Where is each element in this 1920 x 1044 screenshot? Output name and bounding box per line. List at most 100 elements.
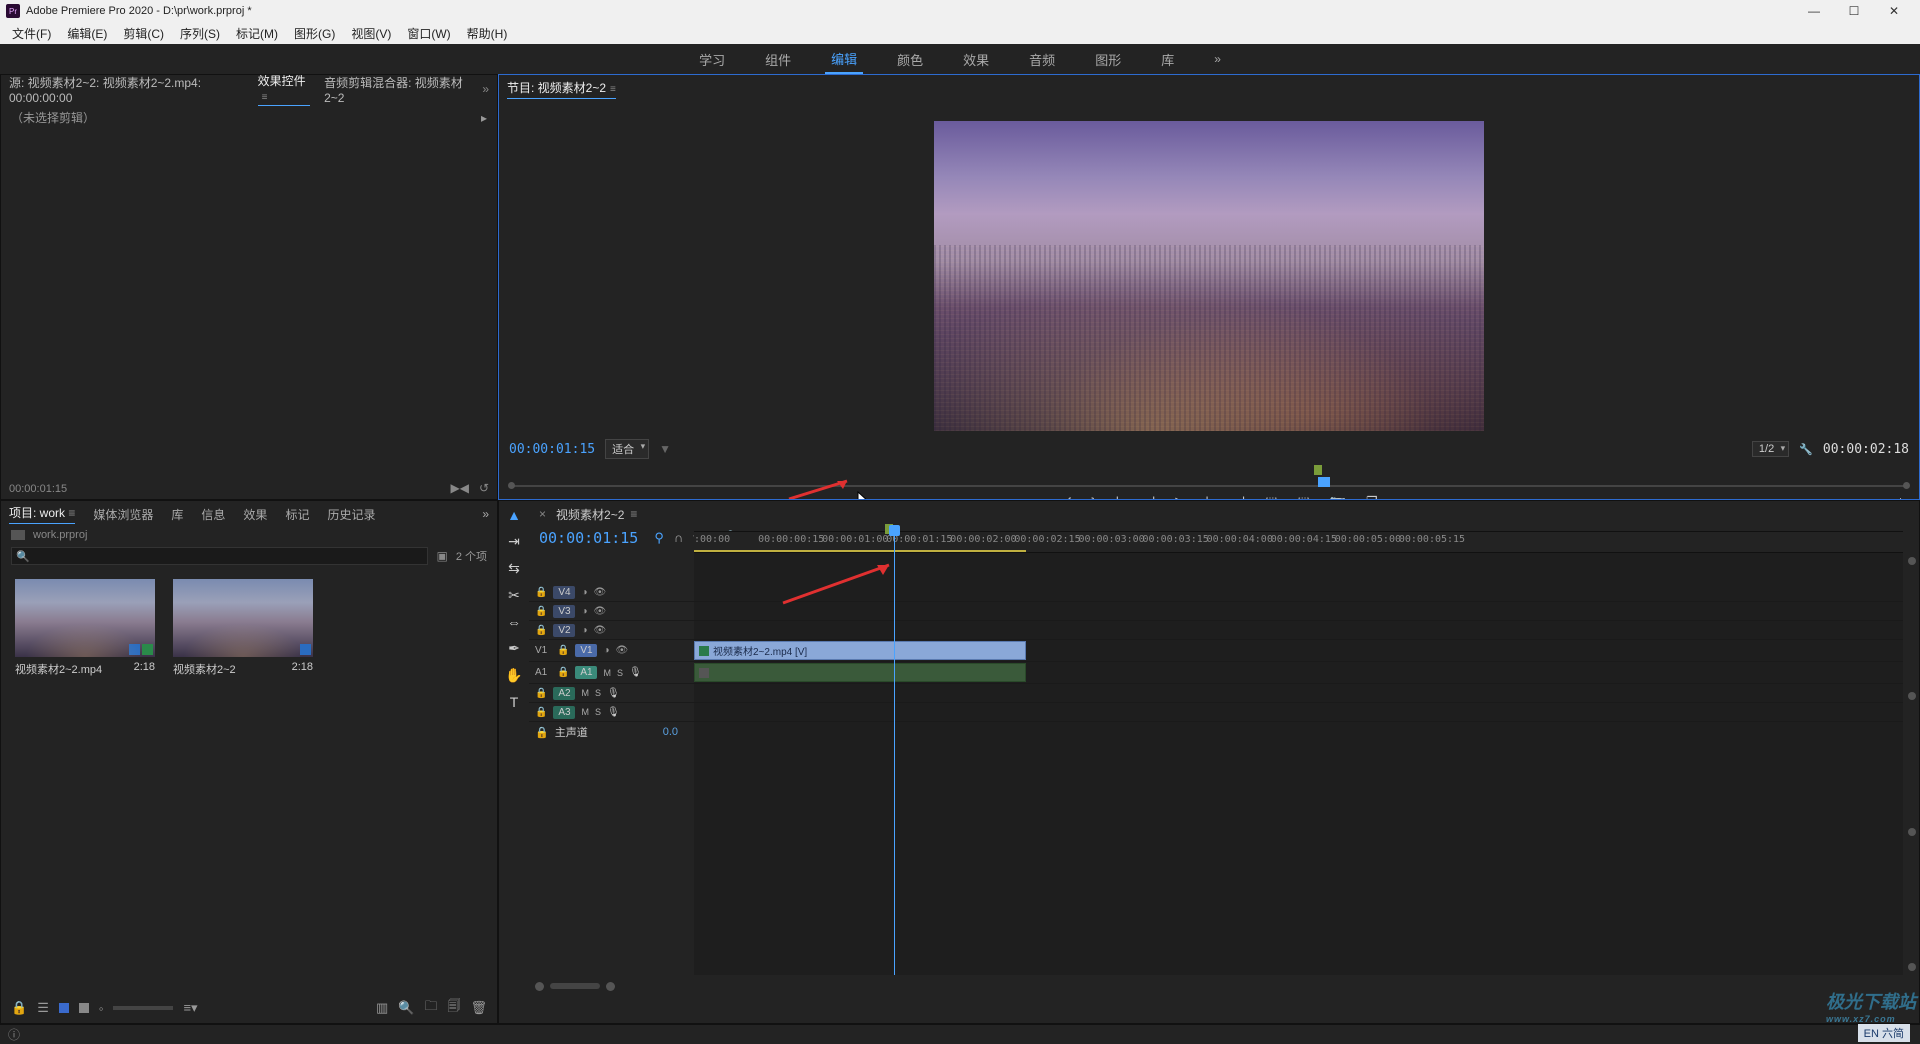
lane-a3[interactable] <box>694 703 1903 722</box>
pen-tool[interactable]: ✒ <box>508 640 520 657</box>
menu-marker[interactable]: 标记(M) <box>228 23 286 44</box>
track-header-v4[interactable]: 🔒V4◑👁 <box>529 583 694 602</box>
program-preview[interactable] <box>934 121 1484 431</box>
source-panel-overflow[interactable]: » <box>482 82 489 96</box>
project-filter-icon[interactable]: ▣ <box>436 549 447 563</box>
lane-v1[interactable]: 视频素材2~2.mp4 [V] <box>694 640 1903 662</box>
tab-media-browser[interactable]: 媒体浏览器 <box>93 506 153 523</box>
type-tool[interactable]: T <box>510 694 519 710</box>
timeline-sequence-name[interactable]: 视频素材2~2 <box>556 506 624 523</box>
program-marker-icon[interactable] <box>1314 465 1322 475</box>
hand-tool[interactable]: ✋ <box>505 667 522 684</box>
close-button[interactable]: ✕ <box>1874 0 1914 22</box>
program-scrubber[interactable] <box>511 465 1907 489</box>
tab-audio-clip-mixer[interactable]: 音频剪辑混合器: 视频素材2~2 <box>324 74 468 105</box>
program-zoom-select[interactable]: 适合 <box>605 439 649 459</box>
project-item-clip[interactable]: 视频素材2~2.mp42:18 <box>15 579 155 677</box>
workspace-graphics[interactable]: 图形 <box>1089 46 1127 73</box>
lane-v2[interactable] <box>694 621 1903 640</box>
menu-sequence[interactable]: 序列(S) <box>172 23 228 44</box>
program-playhead[interactable] <box>1318 477 1330 487</box>
timeline-vertical-scroll[interactable] <box>1907 557 1917 971</box>
source-timecode[interactable]: 00:00:01:15 <box>9 483 67 495</box>
minimize-button[interactable]: — <box>1794 0 1834 22</box>
workspace-learn[interactable]: 学习 <box>693 46 731 73</box>
project-bin-name[interactable]: work.prproj <box>33 529 87 541</box>
track-select-tool[interactable]: ⇥ <box>508 533 520 550</box>
list-view-button[interactable]: ☰ <box>37 1000 49 1016</box>
workspace-effects[interactable]: 效果 <box>957 46 995 73</box>
clip-video[interactable]: 视频素材2~2.mp4 [V] <box>694 641 1026 660</box>
tab-effects[interactable]: 效果 <box>243 506 267 523</box>
track-header-v2[interactable]: 🔒V2◑👁 <box>529 621 694 640</box>
timeline-playhead[interactable] <box>894 531 895 975</box>
track-header-v3[interactable]: 🔒V3◑👁 <box>529 602 694 621</box>
track-header-a1[interactable]: A1🔒A1MS🎙 <box>529 662 694 684</box>
source-reset-icon[interactable]: ↺ <box>479 481 489 495</box>
timeline-horizontal-zoom[interactable] <box>529 979 1903 993</box>
workspace-color[interactable]: 颜色 <box>891 46 929 73</box>
tab-markers[interactable]: 标记 <box>285 506 309 523</box>
source-zoom-icon[interactable]: ▶◀ <box>450 481 468 495</box>
linked-selection-icon[interactable]: ∩ <box>674 530 683 546</box>
timeline-close-icon[interactable]: × <box>539 507 546 521</box>
menu-clip[interactable]: 剪辑(C) <box>115 23 172 44</box>
track-header-v1[interactable]: V1🔒V1◑👁 <box>529 640 694 662</box>
caret-right-icon[interactable]: ▸ <box>481 111 487 125</box>
button-editor-button[interactable]: ＋ <box>1894 493 1907 501</box>
track-lanes[interactable]: 视频素材2~2.mp4 [V] <box>694 553 1903 975</box>
track-header-master[interactable]: 🔒主声道0.0⏭ <box>529 722 694 742</box>
freeform-view-button[interactable] <box>79 1003 89 1013</box>
tab-source-monitor[interactable]: 源: 视频素材2~2: 视频素材2~2.mp4: 00:00:00:00 <box>9 74 244 105</box>
new-item-button[interactable]: 🗐 <box>447 997 460 1019</box>
lane-v4[interactable] <box>694 583 1903 602</box>
status-info-icon[interactable]: ⓘ <box>8 1026 20 1043</box>
menu-edit[interactable]: 编辑(E) <box>59 23 115 44</box>
tab-effect-controls[interactable]: 效果控件≡ <box>258 74 310 106</box>
zoom-slider-knob-l[interactable]: ◦ <box>99 1001 104 1016</box>
workspace-audio[interactable]: 音频 <box>1023 46 1061 73</box>
menu-file[interactable]: 文件(F) <box>4 23 59 44</box>
home-icon[interactable] <box>10 51 24 68</box>
timeline-timecode[interactable]: 00:00:01:15 <box>539 529 638 547</box>
program-resolution-select[interactable]: 1/2 <box>1752 441 1789 457</box>
track-header-a2[interactable]: 🔒A2MS🎙 <box>529 684 694 703</box>
tab-history[interactable]: 历史记录 <box>327 506 375 523</box>
tab-info[interactable]: 信息 <box>201 506 225 523</box>
menu-window[interactable]: 窗口(W) <box>399 23 458 44</box>
selection-tool[interactable]: ▲ <box>507 507 521 523</box>
maximize-button[interactable]: ☐ <box>1834 0 1874 22</box>
program-monitor-tab[interactable]: 节目: 视频素材2~2≡ <box>507 79 616 99</box>
workspace-overflow[interactable]: » <box>1208 48 1227 70</box>
track-header-a3[interactable]: 🔒A3MS🎙 <box>529 703 694 722</box>
workspace-libraries[interactable]: 库 <box>1155 46 1180 73</box>
lane-a1[interactable] <box>694 662 1903 684</box>
zoom-slider[interactable] <box>113 1006 173 1010</box>
automate-to-sequence-icon[interactable]: ▥ <box>376 1000 388 1016</box>
delete-button[interactable]: 🗑 <box>470 1000 487 1016</box>
menu-view[interactable]: 视图(V) <box>343 23 399 44</box>
timeline-ruler[interactable]: :00:00 00:00:00:15 00:00:01:00 00:00:01:… <box>694 531 1903 553</box>
razor-tool[interactable]: ✂ <box>508 587 520 604</box>
project-tabs-overflow[interactable]: » <box>482 507 489 521</box>
slip-tool[interactable]: ⇔ <box>507 614 521 630</box>
tab-project[interactable]: 项目: work ≡ <box>9 504 75 524</box>
workspace-assembly[interactable]: 组件 <box>759 46 797 73</box>
menu-help[interactable]: 帮助(H) <box>459 23 516 44</box>
project-search-input[interactable]: 🔍 <box>11 547 428 565</box>
lane-v3[interactable] <box>694 602 1903 621</box>
menu-graphics[interactable]: 图形(G) <box>286 23 343 44</box>
ime-indicator[interactable]: EN 六简 <box>1858 1024 1910 1042</box>
program-timecode[interactable]: 00:00:01:15 <box>509 442 595 457</box>
find-icon[interactable]: 🔍 <box>398 1000 414 1016</box>
ripple-edit-tool[interactable]: ⇆ <box>508 560 520 577</box>
tab-libraries[interactable]: 库 <box>171 506 183 523</box>
project-item-sequence[interactable]: 视频素材2~22:18 <box>173 579 313 677</box>
settings-icon[interactable]: 🔧 <box>1799 443 1813 456</box>
lane-a2[interactable] <box>694 684 1903 703</box>
clip-audio[interactable] <box>694 663 1026 682</box>
new-bin-button[interactable]: 🗀 <box>424 997 437 1019</box>
icon-view-button[interactable] <box>59 1003 69 1013</box>
safe-margins-icon[interactable]: ▼ <box>659 442 671 456</box>
snap-icon[interactable]: ⚲ <box>654 530 664 546</box>
